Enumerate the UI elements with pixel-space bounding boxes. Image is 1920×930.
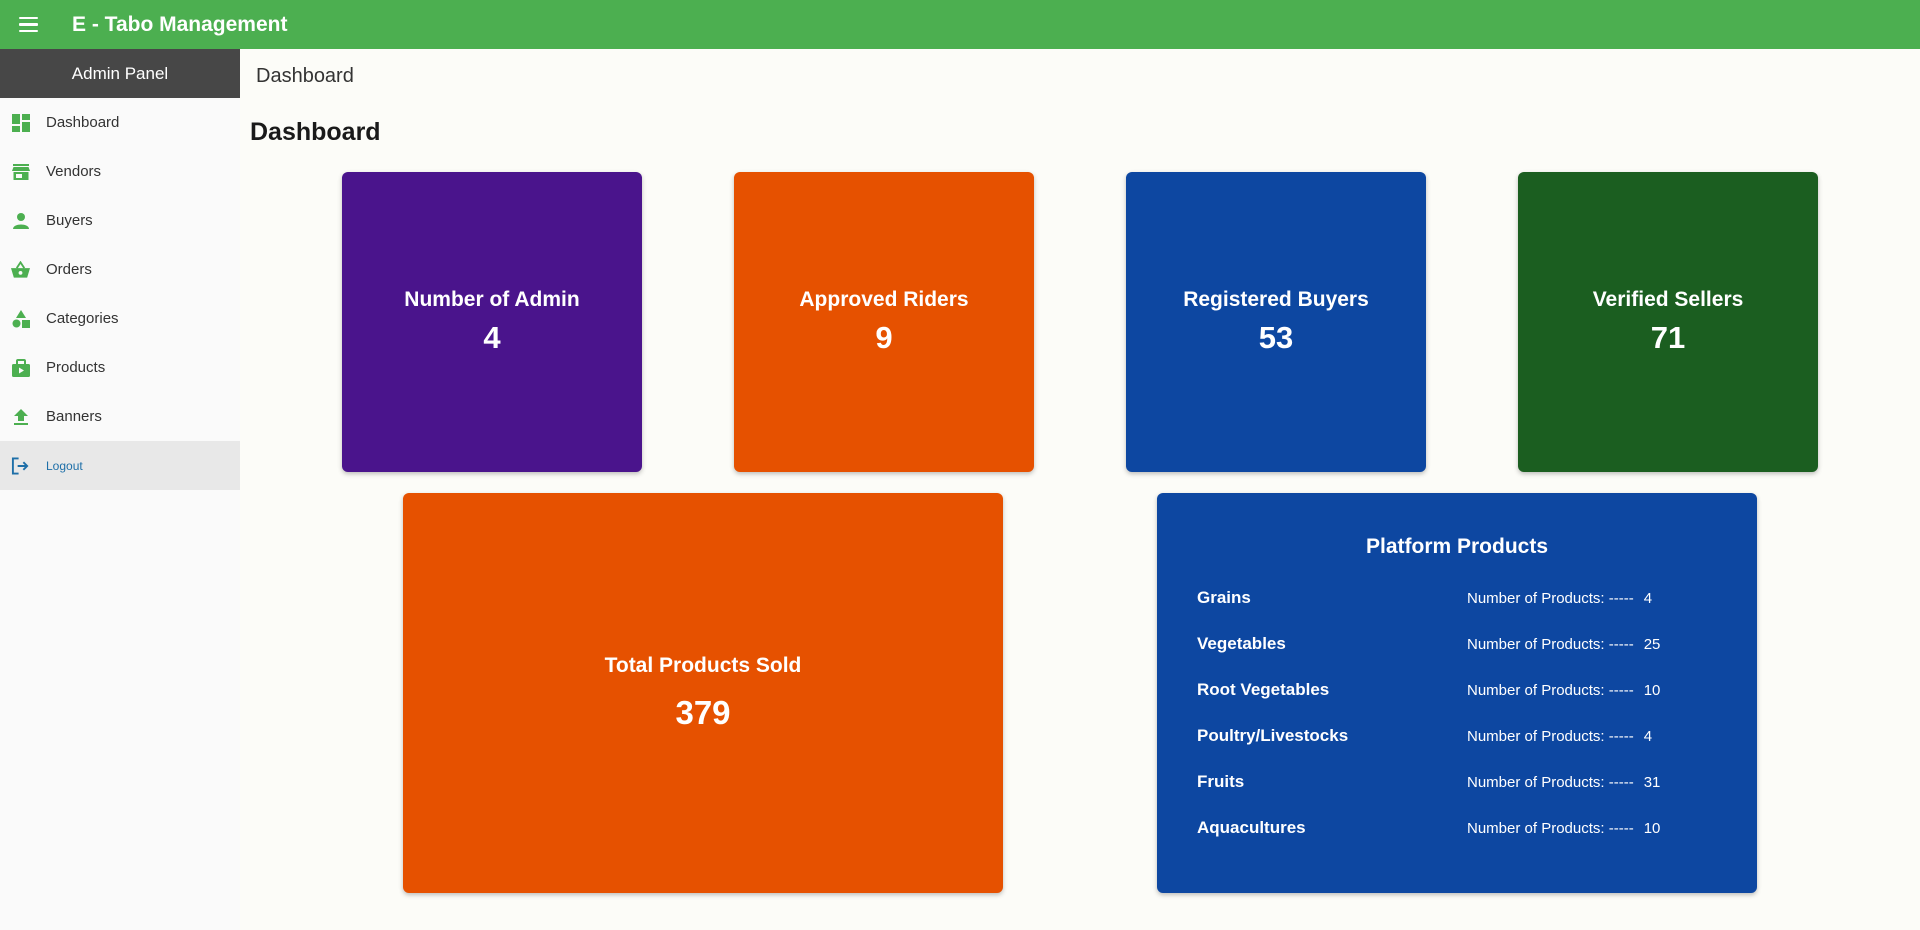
sidebar-item-label: Categories bbox=[46, 310, 119, 327]
person-icon bbox=[11, 211, 30, 230]
stat-label: Approved Riders bbox=[799, 288, 969, 311]
count-label: Number of Products: ----- bbox=[1467, 681, 1634, 699]
sidebar-item-logout[interactable]: Logout bbox=[0, 441, 240, 490]
dashboard-icon bbox=[11, 113, 30, 132]
count-label: Number of Products: ----- bbox=[1467, 635, 1634, 653]
store-icon bbox=[11, 162, 30, 181]
logout-label: Logout bbox=[46, 458, 83, 473]
count-label: Number of Products: ----- bbox=[1467, 819, 1634, 837]
product-category-row: Root Vegetables Number of Products: ----… bbox=[1197, 667, 1717, 713]
stat-label: Registered Buyers bbox=[1183, 288, 1369, 311]
stat-value: 71 bbox=[1650, 320, 1686, 355]
stat-value: 4 bbox=[483, 320, 501, 355]
sidebar-item-categories[interactable]: Categories bbox=[0, 294, 240, 343]
product-category-row: Poultry/Livestocks Number of Products: -… bbox=[1197, 713, 1717, 759]
stat-card-products-sold: Total Products Sold 379 bbox=[403, 493, 1003, 893]
page-title: Dashboard bbox=[250, 118, 381, 146]
stat-label: Number of Admin bbox=[404, 288, 580, 311]
product-category-row: Aquacultures Number of Products: ----- 1… bbox=[1197, 805, 1717, 851]
platform-products-title: Platform Products bbox=[1365, 535, 1549, 558]
shopping-bag-icon bbox=[11, 358, 30, 377]
stat-value: 9 bbox=[875, 320, 893, 355]
count-label: Number of Products: ----- bbox=[1467, 589, 1634, 607]
menu-icon[interactable] bbox=[0, 0, 56, 49]
category-count: 4 bbox=[1643, 727, 1653, 745]
sidebar-item-buyers[interactable]: Buyers bbox=[0, 196, 240, 245]
logout-icon bbox=[11, 456, 30, 475]
stat-card-admin: Number of Admin 4 bbox=[342, 172, 642, 472]
category-icon bbox=[11, 309, 30, 328]
category-name: Aquacultures bbox=[1197, 818, 1306, 837]
product-category-row: Grains Number of Products: ----- 4 bbox=[1197, 575, 1717, 621]
sidebar: Admin Panel Dashboard Vendors Buyers Ord… bbox=[0, 49, 240, 930]
basket-icon bbox=[11, 260, 30, 279]
sidebar-item-label: Banners bbox=[46, 408, 102, 425]
stat-value: 53 bbox=[1258, 320, 1294, 355]
upload-icon bbox=[11, 407, 30, 426]
app-title: E - Tabo Management bbox=[72, 12, 288, 36]
sidebar-item-label: Orders bbox=[46, 261, 92, 278]
category-count: 10 bbox=[1643, 819, 1661, 837]
sidebar-item-label: Buyers bbox=[46, 212, 93, 229]
sidebar-item-label: Dashboard bbox=[46, 114, 120, 131]
stat-card-riders: Approved Riders 9 bbox=[734, 172, 1034, 472]
breadcrumb: Dashboard bbox=[256, 65, 354, 87]
sidebar-item-label: Vendors bbox=[46, 163, 102, 180]
stat-value: 379 bbox=[675, 694, 731, 731]
category-count: 31 bbox=[1643, 773, 1661, 791]
sidebar-item-orders[interactable]: Orders bbox=[0, 245, 240, 294]
category-count: 10 bbox=[1643, 681, 1661, 699]
count-label: Number of Products: ----- bbox=[1467, 773, 1634, 791]
count-label: Number of Products: ----- bbox=[1467, 727, 1634, 745]
sidebar-item-products[interactable]: Products bbox=[0, 343, 240, 392]
category-name: Grains bbox=[1197, 588, 1251, 607]
category-count: 4 bbox=[1643, 589, 1653, 607]
sidebar-item-banners[interactable]: Banners bbox=[0, 392, 240, 441]
sidebar-item-label: Products bbox=[46, 359, 106, 376]
sidebar-item-vendors[interactable]: Vendors bbox=[0, 147, 240, 196]
main-content: Dashboard Dashboard Number of Admin 4 Ap… bbox=[240, 49, 1920, 930]
product-category-row: Vegetables Number of Products: ----- 25 bbox=[1197, 621, 1717, 667]
sidebar-nav: Dashboard Vendors Buyers Orders Categori… bbox=[0, 98, 240, 490]
stat-label: Total Products Sold bbox=[604, 654, 802, 677]
stat-label: Verified Sellers bbox=[1592, 288, 1744, 311]
top-app-bar: E - Tabo Management bbox=[0, 0, 1920, 49]
category-name: Root Vegetables bbox=[1197, 680, 1330, 699]
product-category-row: Fruits Number of Products: ----- 31 bbox=[1197, 759, 1717, 805]
category-name: Poultry/Livestocks bbox=[1197, 726, 1349, 745]
sidebar-item-dashboard[interactable]: Dashboard bbox=[0, 98, 240, 147]
stat-card-buyers: Registered Buyers 53 bbox=[1126, 172, 1426, 472]
category-name: Fruits bbox=[1197, 772, 1245, 791]
stat-card-sellers: Verified Sellers 71 bbox=[1518, 172, 1818, 472]
category-name: Vegetables bbox=[1197, 634, 1286, 653]
sidebar-header: Admin Panel bbox=[0, 49, 240, 98]
category-count: 25 bbox=[1643, 635, 1661, 653]
platform-products-card: Platform Products Grains Number of Produ… bbox=[1157, 493, 1757, 893]
